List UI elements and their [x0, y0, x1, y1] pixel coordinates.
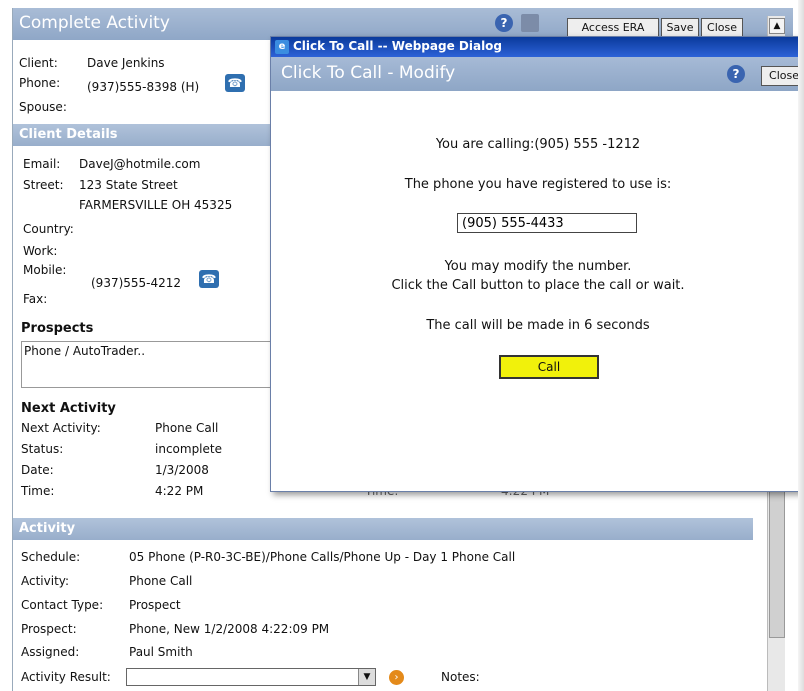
- status-label: Status:: [21, 442, 64, 456]
- time-value: 4:22 PM: [155, 484, 204, 498]
- fax-label: Fax:: [23, 292, 48, 306]
- street-value: 123 State Street: [79, 178, 178, 192]
- activity-result-label: Activity Result:: [21, 670, 111, 684]
- client-details-header: Client Details: [13, 124, 271, 146]
- click-to-call-dialog: e Click To Call -- Webpage Dialog Click …: [270, 36, 804, 492]
- close-button[interactable]: Close: [701, 18, 743, 38]
- next-activity-header: Next Activity: [21, 401, 116, 416]
- click-instruction-text: Click the Call button to place the call …: [391, 278, 685, 293]
- countdown-text: The call will be made in 6 seconds: [426, 318, 650, 333]
- call-button[interactable]: Call: [499, 355, 599, 379]
- click-to-call-icon[interactable]: ☎: [225, 74, 245, 92]
- prospect-label: Prospect:: [21, 622, 77, 636]
- client-label: Client:: [19, 56, 58, 70]
- schedule-value: 05 Phone (P-R0-3C-BE)/Phone Calls/Phone …: [129, 550, 516, 564]
- save-button[interactable]: Save: [661, 18, 699, 38]
- status-value: incomplete: [155, 442, 222, 456]
- prospects-text: Phone / AutoTrader..: [24, 344, 146, 358]
- assigned-value: Paul Smith: [129, 645, 193, 659]
- activity-label: Activity:: [21, 574, 70, 588]
- work-label: Work:: [23, 244, 58, 258]
- dialog-window-title: Click To Call -- Webpage Dialog: [293, 39, 503, 53]
- spouse-label: Spouse:: [19, 100, 67, 114]
- activity-header: Activity: [13, 518, 753, 540]
- page-title: Complete Activity: [19, 13, 170, 33]
- next-activity-label: Next Activity:: [21, 421, 101, 435]
- email-value: DaveJ@hotmile.com: [79, 157, 201, 171]
- date-value: 1/3/2008: [155, 463, 209, 477]
- dialog-header: Click To Call - Modify ? Close: [271, 57, 804, 91]
- client-value: Dave Jenkins: [87, 56, 165, 70]
- access-era-button[interactable]: Access ERA: [567, 18, 659, 38]
- assigned-label: Assigned:: [21, 645, 80, 659]
- contact-type-label: Contact Type:: [21, 598, 104, 612]
- printer-icon[interactable]: [521, 14, 539, 32]
- window-edge: [798, 0, 804, 691]
- country-label: Country:: [23, 222, 74, 236]
- scroll-up-icon[interactable]: ▲: [769, 18, 785, 34]
- help-icon[interactable]: ?: [727, 65, 745, 83]
- prospects-box: Phone / AutoTrader..: [21, 341, 283, 388]
- city-value: FARMERSVILLE OH 45325: [79, 198, 233, 212]
- next-activity-value: Phone Call: [155, 421, 219, 435]
- phone-value: (937)555-8398 (H): [87, 80, 200, 94]
- contact-type-value: Prospect: [129, 598, 181, 612]
- mobile-label: Mobile:: [23, 263, 67, 277]
- activity-result-select[interactable]: ▼: [126, 668, 376, 686]
- dropdown-arrow-icon[interactable]: ▼: [358, 669, 375, 685]
- ie-icon: e: [275, 40, 289, 54]
- street-label: Street:: [23, 178, 64, 192]
- go-icon[interactable]: ›: [389, 670, 404, 685]
- schedule-label: Schedule:: [21, 550, 81, 564]
- dialog-header-title: Click To Call - Modify: [281, 63, 456, 83]
- modify-text: You may modify the number.: [444, 259, 632, 274]
- calling-text: You are calling:(905) 555 -1212: [435, 137, 641, 152]
- notes-label: Notes:: [441, 670, 480, 684]
- activity-value: Phone Call: [129, 574, 193, 588]
- prospect-value: Phone, New 1/2/2008 4:22:09 PM: [129, 622, 330, 636]
- dialog-titlebar: e Click To Call -- Webpage Dialog: [271, 37, 804, 57]
- registered-text: The phone you have registered to use is:: [404, 177, 672, 192]
- phone-label: Phone:: [19, 76, 61, 90]
- click-to-call-icon[interactable]: ☎: [199, 270, 219, 288]
- registered-phone-input[interactable]: [457, 213, 637, 233]
- prospects-header: Prospects: [21, 321, 94, 336]
- email-label: Email:: [23, 157, 61, 171]
- time-label: Time:: [21, 484, 55, 498]
- date-label: Date:: [21, 463, 54, 477]
- mobile-value: (937)555-4212: [91, 276, 182, 290]
- help-icon[interactable]: ?: [495, 14, 513, 32]
